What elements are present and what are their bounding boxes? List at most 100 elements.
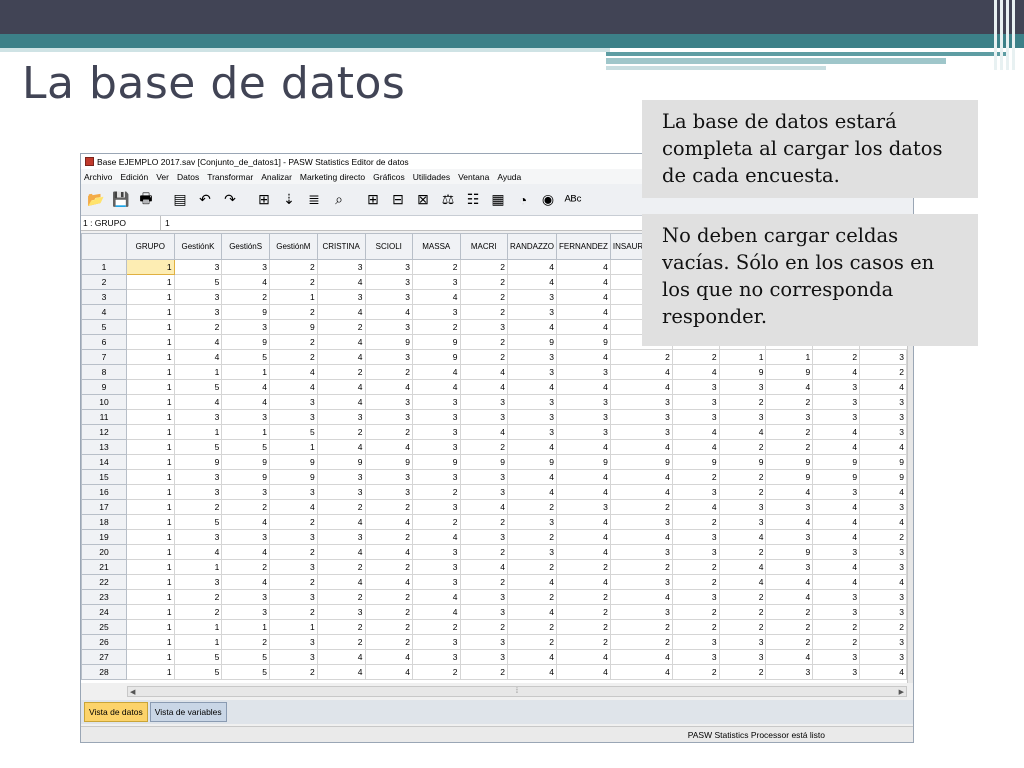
data-cell[interactable]: 4	[556, 469, 611, 485]
data-cell[interactable]: 3	[459, 604, 509, 620]
data-cell[interactable]: 2	[316, 499, 366, 515]
data-cell[interactable]: 5	[173, 649, 223, 665]
menu-item-utilidades[interactable]: Utilidades	[413, 172, 450, 182]
data-cell[interactable]: 3	[459, 649, 509, 665]
data-cell[interactable]: 3	[859, 394, 907, 410]
row-number[interactable]: 17	[81, 499, 128, 515]
data-cell[interactable]: 2	[671, 574, 720, 590]
data-cell[interactable]: 4	[412, 289, 461, 305]
data-cell[interactable]: 1	[126, 604, 175, 620]
data-cell[interactable]: 3	[609, 409, 673, 425]
row-number[interactable]: 12	[81, 424, 128, 440]
data-cell[interactable]: 9	[859, 469, 907, 485]
data-cell[interactable]: 3	[268, 634, 318, 650]
menu-item-ver[interactable]: Ver	[156, 172, 169, 182]
data-cell[interactable]: 1	[173, 364, 223, 380]
data-cell[interactable]: 4	[859, 664, 907, 680]
data-cell[interactable]: 4	[556, 379, 611, 395]
data-cell[interactable]: 4	[507, 469, 557, 485]
data-cell[interactable]: 4	[765, 514, 814, 530]
data-cell[interactable]: 3	[412, 649, 461, 665]
data-cell[interactable]: 2	[459, 334, 509, 350]
data-cell[interactable]: 3	[221, 529, 270, 545]
data-cell[interactable]: 2	[364, 424, 414, 440]
select-cases-icon[interactable]: ☷	[462, 189, 484, 211]
data-cell[interactable]: 2	[459, 289, 509, 305]
data-cell[interactable]: 3	[507, 349, 557, 365]
data-cell[interactable]: 4	[364, 544, 414, 560]
data-cell[interactable]: 4	[173, 544, 223, 560]
data-cell[interactable]: 2	[859, 619, 907, 635]
data-cell[interactable]: 3	[859, 604, 907, 620]
value-labels-icon[interactable]: ▦	[487, 189, 509, 211]
data-cell[interactable]: 1	[126, 259, 175, 275]
data-cell[interactable]: 3	[812, 409, 861, 425]
data-cell[interactable]: 2	[412, 619, 461, 635]
data-cell[interactable]: 4	[412, 364, 461, 380]
data-cell[interactable]: 3	[412, 499, 461, 515]
data-cell[interactable]: 4	[718, 574, 767, 590]
data-cell[interactable]: 3	[268, 529, 318, 545]
data-cell[interactable]: 4	[556, 664, 611, 680]
data-cell[interactable]: 3	[412, 304, 461, 320]
data-cell[interactable]: 3	[268, 589, 318, 605]
data-cell[interactable]: 3	[412, 274, 461, 290]
data-cell[interactable]: 3	[859, 559, 907, 575]
data-cell[interactable]: 3	[316, 259, 366, 275]
row-number[interactable]: 28	[81, 664, 128, 680]
data-cell[interactable]: 4	[459, 499, 509, 515]
data-cell[interactable]: 9	[412, 454, 461, 470]
data-cell[interactable]: 3	[556, 424, 611, 440]
data-cell[interactable]: 9	[268, 454, 318, 470]
data-cell[interactable]: 1	[718, 349, 767, 365]
data-cell[interactable]: 3	[812, 649, 861, 665]
data-cell[interactable]: 2	[316, 634, 366, 650]
data-cell[interactable]: 9	[812, 454, 861, 470]
data-cell[interactable]: 9	[268, 319, 318, 335]
menu-item-archivo[interactable]: Archivo	[84, 172, 112, 182]
data-cell[interactable]: 4	[412, 529, 461, 545]
data-cell[interactable]: 3	[459, 484, 509, 500]
data-cell[interactable]: 3	[556, 409, 611, 425]
data-cell[interactable]: 9	[221, 334, 270, 350]
variables-icon[interactable]: ≣	[303, 189, 325, 211]
data-cell[interactable]: 1	[221, 424, 270, 440]
data-cell[interactable]: 2	[671, 619, 720, 635]
data-cell[interactable]: 3	[412, 424, 461, 440]
data-cell[interactable]: 3	[765, 529, 814, 545]
row-number[interactable]: 14	[81, 454, 128, 470]
data-cell[interactable]: 1	[126, 334, 175, 350]
data-cell[interactable]: 9	[221, 454, 270, 470]
data-cell[interactable]: 2	[221, 559, 270, 575]
data-cell[interactable]: 2	[316, 589, 366, 605]
data-cell[interactable]: 3	[221, 259, 270, 275]
data-cell[interactable]: 3	[364, 394, 414, 410]
data-cell[interactable]: 4	[812, 439, 861, 455]
data-cell[interactable]: 5	[173, 664, 223, 680]
menu-item-ventana[interactable]: Ventana	[458, 172, 489, 182]
data-cell[interactable]: 4	[316, 379, 366, 395]
data-cell[interactable]: 1	[126, 274, 175, 290]
data-cell[interactable]: 9	[412, 349, 461, 365]
data-cell[interactable]: 3	[765, 664, 814, 680]
data-cell[interactable]: 3	[859, 634, 907, 650]
data-cell[interactable]: 4	[556, 304, 611, 320]
data-cell[interactable]: 3	[812, 664, 861, 680]
data-cell[interactable]: 4	[556, 544, 611, 560]
data-cell[interactable]: 3	[316, 529, 366, 545]
data-cell[interactable]: 4	[609, 529, 673, 545]
column-header[interactable]: GestiónM	[268, 233, 318, 260]
data-cell[interactable]: 2	[859, 364, 907, 380]
horizontal-scrollbar[interactable]: ◀ ⁞ ▶	[127, 686, 907, 697]
goto-case-icon[interactable]: ⊞	[253, 189, 275, 211]
data-cell[interactable]: 4	[268, 379, 318, 395]
data-cell[interactable]: 3	[859, 589, 907, 605]
data-cell[interactable]: 2	[268, 604, 318, 620]
row-number[interactable]: 21	[81, 559, 128, 575]
data-cell[interactable]: 9	[765, 454, 814, 470]
data-cell[interactable]: 1	[126, 649, 175, 665]
data-cell[interactable]: 5	[221, 349, 270, 365]
undo-icon[interactable]: ↶	[194, 189, 216, 211]
scroll-right-arrow-icon[interactable]: ▶	[899, 688, 904, 696]
data-cell[interactable]: 5	[173, 439, 223, 455]
